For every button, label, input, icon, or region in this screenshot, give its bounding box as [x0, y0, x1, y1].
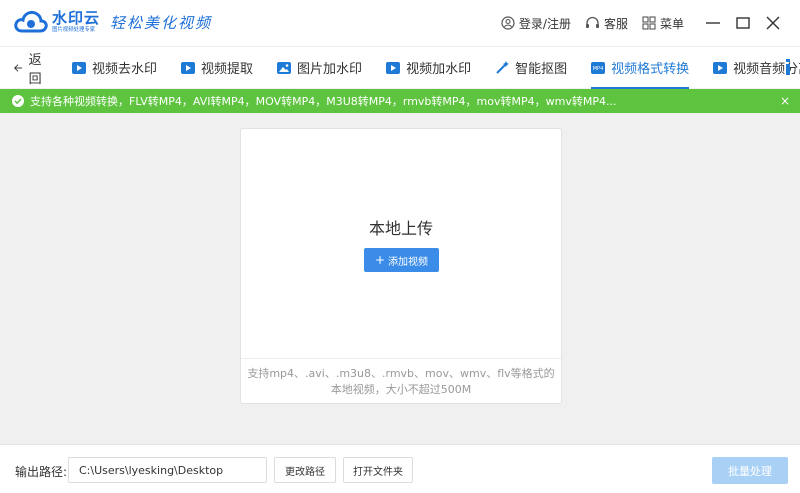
check-circle-icon	[12, 95, 24, 107]
tab-label: 视频格式转换	[611, 62, 690, 77]
back-button[interactable]: 返回	[0, 47, 60, 89]
output-path-label: 输出路径:	[15, 465, 68, 479]
tab-video-extract[interactable]: 视频提取	[169, 47, 265, 89]
more-tabs-icon[interactable]	[786, 59, 790, 75]
add-video-label: 添加视频	[388, 256, 429, 268]
tab-video-add-watermark[interactable]: 视频加水印	[374, 47, 483, 89]
mp4-file-icon: MP4	[591, 61, 606, 74]
service-label: 客服	[603, 16, 628, 31]
magic-wand-icon	[496, 60, 510, 74]
svg-text:MP4: MP4	[593, 66, 604, 72]
notice-text: 支持各种视频转换，FLV转MP4，AVI转MP4，MOV转MP4，M3U8转MP…	[30, 95, 617, 108]
maximize-button[interactable]	[728, 8, 758, 38]
customer-service-link[interactable]: 客服	[585, 15, 628, 32]
change-path-button[interactable]: 更改路径	[274, 457, 336, 483]
back-label: 返回	[28, 52, 42, 87]
tab-video-format-convert[interactable]: MP4 视频格式转换	[579, 47, 701, 89]
tab-label: 视频提取	[201, 62, 254, 77]
video-icon	[72, 61, 87, 74]
plus-icon: +	[374, 253, 386, 267]
tab-label: 智能抠图	[515, 62, 568, 77]
app-subtitle: 图片视频处理专家	[52, 26, 96, 33]
menu-link[interactable]: 菜单	[642, 15, 684, 32]
close-icon	[766, 16, 780, 30]
add-video-button[interactable]: + 添加视频	[364, 248, 439, 272]
close-window-button[interactable]	[758, 8, 788, 38]
minimize-icon	[706, 22, 720, 24]
login-register-link[interactable]: 登录/注册	[501, 15, 571, 32]
tab-video-remove-watermark[interactable]: 视频去水印	[60, 47, 169, 89]
maximize-icon	[736, 17, 750, 29]
app-name: 水印云	[52, 9, 101, 27]
headset-icon	[585, 16, 599, 28]
upload-hint: 支持mp4、.avi、.m3u8、.rmvb、mov、wmv、flv等格式的 本…	[241, 358, 561, 405]
local-upload-card[interactable]: 本地上传 + 添加视频 支持mp4、.avi、.m3u8、.rmvb、mov、w…	[240, 128, 562, 404]
upload-title: 本地上传	[368, 219, 433, 238]
tab-smart-cutout[interactable]: 智能抠图	[483, 47, 579, 89]
video-icon	[386, 61, 401, 74]
minimize-button[interactable]	[698, 8, 728, 38]
image-icon	[277, 61, 292, 74]
video-icon	[713, 61, 728, 74]
menu-label: 菜单	[659, 16, 684, 31]
tab-label: 视频去水印	[92, 62, 158, 77]
upload-hint-line-1: 支持mp4、.avi、.m3u8、.rmvb、mov、wmv、flv等格式的	[247, 367, 555, 380]
login-label: 登录/注册	[518, 16, 571, 31]
app-slogan: 轻松美化视频	[110, 13, 213, 32]
batch-process-button[interactable]: 批量处理	[712, 457, 788, 484]
user-icon	[501, 16, 515, 30]
bottom-bar: 输出路径: 更改路径 打开文件夹 批量处理	[0, 444, 800, 493]
notice-close-button[interactable]: ×	[780, 94, 790, 108]
feature-nav-bar: 返回 视频去水印 视频提取 图片加水印 视频加水印 智能抠图 MP4 视频格式转…	[0, 46, 800, 89]
upload-hint-line-2: 本地视频，大小不超过500M	[330, 383, 472, 396]
tab-label: 视频加水印	[406, 62, 472, 77]
title-bar: 水印云 图片视频处理专家 轻松美化视频 登录/注册 客服 菜单	[0, 0, 800, 46]
open-folder-button[interactable]: 打开文件夹	[343, 457, 413, 483]
arrow-left-icon	[14, 63, 23, 72]
output-path-input[interactable]	[68, 457, 267, 483]
tab-label: 图片加水印	[297, 62, 363, 77]
grid-menu-icon	[642, 16, 656, 30]
tab-image-add-watermark[interactable]: 图片加水印	[265, 47, 374, 89]
video-icon	[181, 61, 196, 74]
format-support-notice: 支持各种视频转换，FLV转MP4，AVI转MP4，MOV转MP4，M3U8转MP…	[0, 89, 800, 113]
app-logo: 水印云 图片视频处理专家 轻松美化视频	[14, 9, 212, 35]
cloud-logo-icon	[14, 10, 48, 33]
